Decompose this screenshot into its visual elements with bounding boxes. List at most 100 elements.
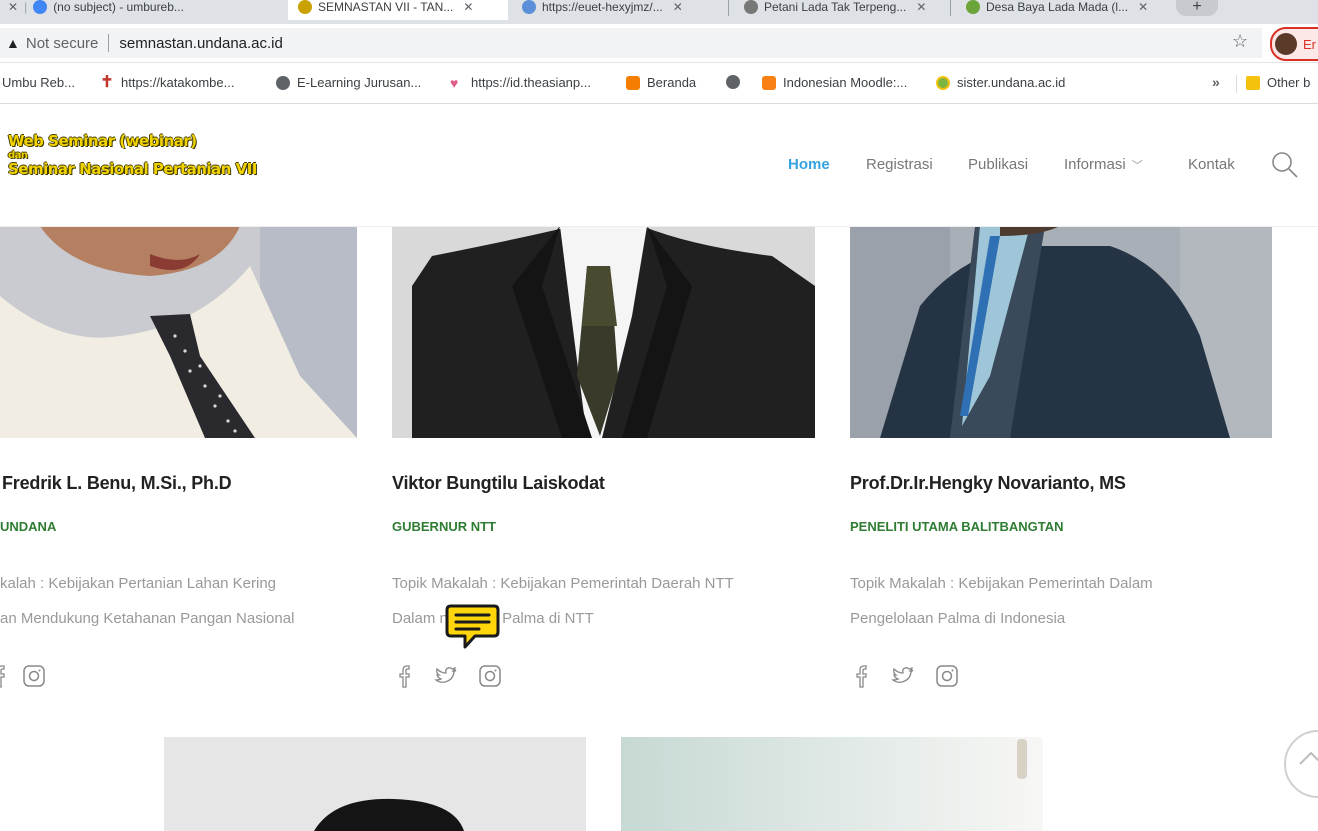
bookmark-item[interactable]: ✝ https://katakombe...	[100, 73, 235, 91]
twitter-icon[interactable]	[890, 662, 916, 690]
speaker-role: UNDANA	[0, 519, 57, 534]
nav-kontak[interactable]: Kontak	[1188, 156, 1235, 173]
close-icon[interactable]: ✕	[916, 0, 926, 14]
nav-informasi-label: Informasi	[1064, 156, 1126, 173]
bookmark-item[interactable]: Umbu Reb...	[2, 75, 75, 90]
tab-divider	[950, 0, 951, 16]
speaker-photo	[164, 737, 586, 831]
profile-button[interactable]: Er	[1270, 27, 1318, 61]
twitter-icon[interactable]	[433, 662, 459, 690]
tab-label: (no subject) - umbureb...	[53, 0, 184, 14]
cross-icon: ✝	[100, 73, 114, 91]
topic-line: kalah : Kebijakan Pertanian Lahan Kering	[0, 575, 277, 592]
address-bar-row: ▲ Not secure semnastan.undana.ac.id ☆ Er	[0, 24, 1318, 63]
new-tab-button[interactable]: +	[1176, 0, 1218, 16]
profile-label: Er	[1303, 36, 1316, 52]
chat-bubble-icon[interactable]	[445, 602, 500, 650]
instagram-icon[interactable]	[21, 662, 47, 690]
topic-line: Topik Makalah : Kebijakan Pemerintah Dal…	[850, 575, 1153, 592]
bookmarks-divider	[1236, 75, 1237, 93]
bookmarks-bar: Umbu Reb... ✝ https://katakombe... E-Lea…	[0, 63, 1318, 104]
bookmark-label: E-Learning Jurusan...	[297, 75, 422, 90]
tab-label: Petani Lada Tak Terpeng...	[764, 0, 907, 14]
browser-tab[interactable]: Petani Lada Tak Terpeng... ✕	[734, 0, 966, 20]
plus-icon: +	[1192, 0, 1202, 15]
close-icon[interactable]: ✕	[8, 0, 18, 14]
speaker-role: GUBERNUR NTT	[392, 519, 496, 534]
bookmark-star-icon[interactable]: ☆	[1232, 31, 1248, 52]
chevron-up-icon	[1299, 751, 1318, 765]
omnibox-divider	[108, 34, 110, 52]
browser-tab-strip: ✕ | (no subject) - umbureb... SEMNASTAN …	[0, 0, 1318, 24]
globe-icon	[726, 75, 740, 89]
speaker-topic: Topik Makalah : Kebijakan Pemerintah Dae…	[392, 566, 734, 636]
bookmarks-overflow-button[interactable]: »	[1212, 74, 1220, 90]
topic-line: Dalam nbangan Palma di NTT	[392, 610, 594, 627]
speaker-photo	[392, 226, 815, 438]
security-label[interactable]: Not secure	[26, 35, 99, 52]
bookmark-label: Indonesian Moodle:...	[783, 75, 908, 90]
close-icon[interactable]: ✕	[463, 0, 473, 14]
topic-line: Topik Makalah : Kebijakan Pemerintah Dae…	[392, 575, 734, 592]
facebook-icon[interactable]	[0, 662, 12, 690]
nav-home[interactable]: Home	[788, 156, 830, 173]
other-bookmarks[interactable]: Other b	[1246, 75, 1310, 90]
bookmark-item[interactable]: Beranda	[626, 75, 696, 90]
bookmark-label: https://id.theasianp...	[471, 75, 591, 90]
browser-tab-active[interactable]: SEMNASTAN VII - TAN... ✕	[288, 0, 508, 20]
facebook-icon[interactable]	[391, 662, 417, 690]
speaker-name: Viktor Bungtilu Laiskodat	[392, 473, 605, 493]
bookmark-label: Other b	[1267, 75, 1311, 90]
close-icon[interactable]: ✕	[1138, 0, 1148, 14]
speaker-photo	[850, 226, 1272, 438]
tab-label: SEMNASTAN VII - TAN...	[318, 0, 454, 14]
site-header: Web Seminar (webinar) dan Seminar Nasion…	[0, 104, 1318, 227]
site-favicon-icon	[522, 0, 536, 14]
scroll-to-top-button[interactable]	[1284, 730, 1318, 798]
tab-label: https://euet-hexyjmz/...	[542, 0, 663, 14]
folder-icon	[1246, 75, 1260, 90]
topic-line: Pengelolaan Palma di Indonesia	[850, 610, 1066, 627]
browser-tab[interactable]: ✕ | (no subject) - umbureb...	[0, 0, 276, 20]
url-text[interactable]: semnastan.undana.ac.id	[119, 35, 282, 52]
search-icon[interactable]	[1270, 150, 1300, 180]
bookmark-label: sister.undana.ac.id	[957, 75, 1066, 90]
close-icon[interactable]: ✕	[673, 0, 683, 14]
warning-icon[interactable]: ▲	[6, 35, 20, 51]
speaker-photo	[621, 737, 1043, 831]
bookmark-item[interactable]: sister.undana.ac.id	[936, 75, 1065, 90]
globe-icon	[744, 0, 758, 14]
bookmark-item[interactable]: Indonesian Moodle:...	[762, 75, 907, 90]
nav-informasi[interactable]: Informasi ﹀	[1064, 156, 1143, 173]
tab-divider	[728, 0, 729, 16]
logo-line: Web Seminar (webinar)	[8, 132, 197, 150]
instagram-icon[interactable]	[477, 662, 503, 690]
browser-tab[interactable]: Desa Baya Lada Mada (l... ✕	[956, 0, 1188, 20]
speaker-topic: kalah : Kebijakan Pertanian Lahan Kering…	[0, 566, 294, 636]
nav-registrasi[interactable]: Registrasi	[866, 156, 933, 173]
nav-publikasi[interactable]: Publikasi	[968, 156, 1028, 173]
bookmark-label: https://katakombe...	[121, 75, 235, 90]
speaker-photo	[0, 226, 357, 438]
blogger-icon	[626, 75, 640, 90]
bookmark-item[interactable]: E-Learning Jurusan...	[276, 75, 421, 90]
bookmark-label: Beranda	[647, 75, 697, 90]
site-favicon-icon	[966, 0, 980, 14]
browser-tab[interactable]: https://euet-hexyjmz/... ✕	[512, 0, 744, 20]
site-logo[interactable]: Web Seminar (webinar) dan Seminar Nasion…	[8, 134, 257, 177]
speaker-role: PENELITI UTAMA BALITBANGTAN	[850, 519, 1064, 534]
bookmark-item[interactable]	[726, 75, 740, 89]
topic-line: an Mendukung Ketahanan Pangan Nasional	[0, 610, 295, 627]
speaker-name: Fredrik L. Benu, M.Si., Ph.D	[2, 473, 232, 493]
moodle-icon	[762, 75, 776, 90]
heart-icon: ♥	[450, 74, 459, 91]
speaker-topic: Topik Makalah : Kebijakan Pemerintah Dal…	[850, 566, 1153, 636]
instagram-icon[interactable]	[934, 662, 960, 690]
site-favicon-icon	[298, 0, 312, 14]
bookmark-label: Umbu Reb...	[2, 75, 75, 90]
chevron-down-icon: ﹀	[1131, 160, 1143, 172]
facebook-icon[interactable]	[848, 662, 874, 690]
drive-icon	[33, 0, 48, 14]
omnibox[interactable]: ▲ Not secure semnastan.undana.ac.id	[0, 28, 1262, 58]
bookmark-item[interactable]: ♥ https://id.theasianp...	[450, 75, 591, 90]
